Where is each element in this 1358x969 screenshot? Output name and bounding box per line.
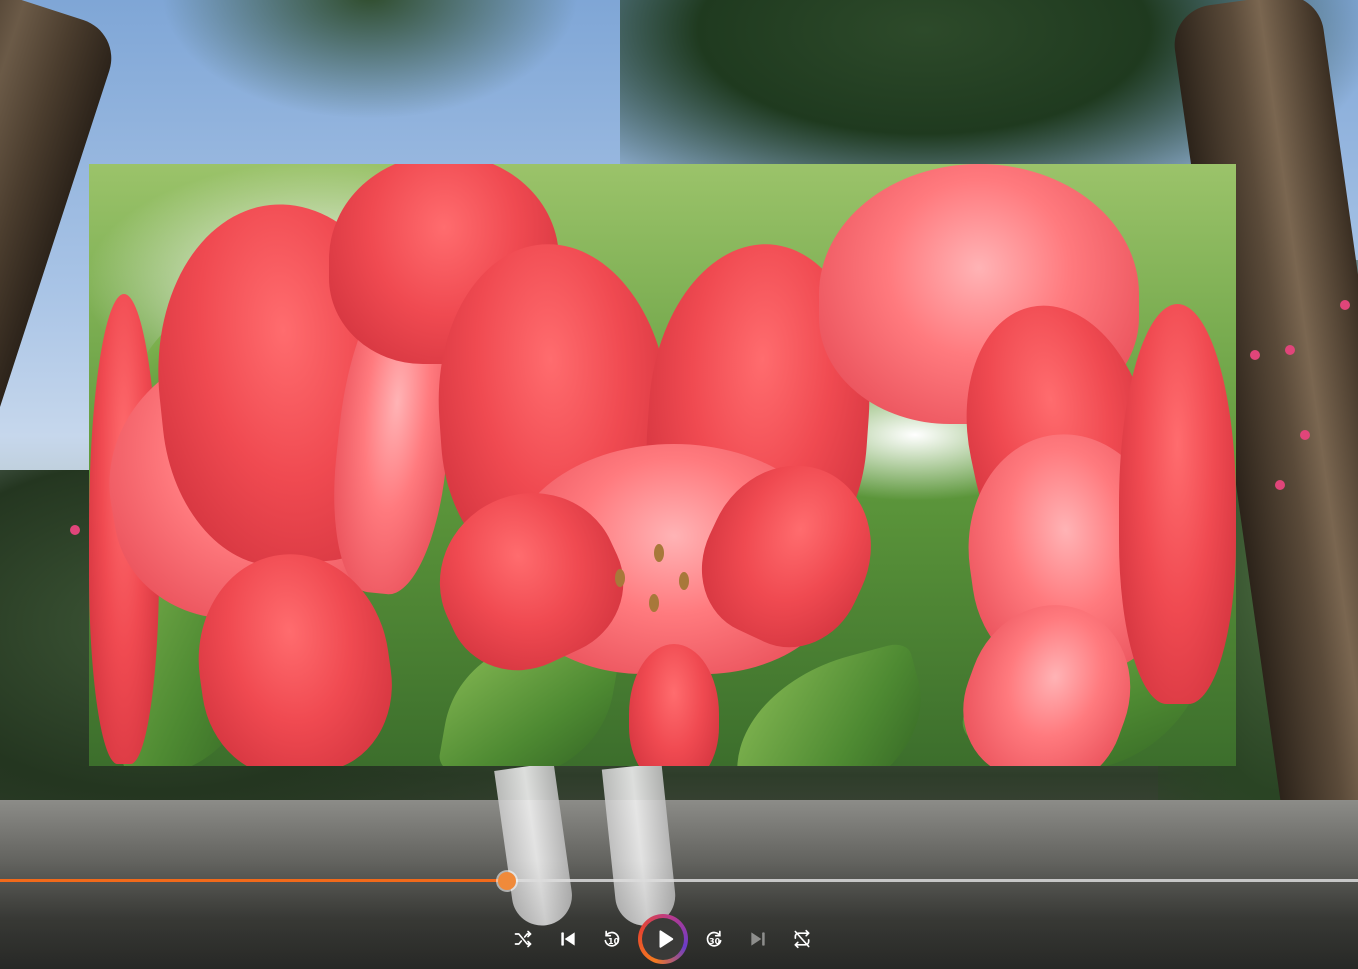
forward-seconds-label: 30 <box>709 937 721 946</box>
shuffle-button[interactable] <box>510 926 536 952</box>
skip-previous-icon <box>561 932 575 946</box>
progress-fill <box>0 879 507 882</box>
oleander-blossom <box>70 525 80 535</box>
progress-slider[interactable] <box>0 879 1358 882</box>
skip-next-icon <box>751 932 765 946</box>
progress-thumb[interactable] <box>498 872 516 890</box>
oleander-blossom <box>1250 350 1260 360</box>
media-player: 10 30 <box>0 0 1358 969</box>
oleander-blossom <box>1275 480 1285 490</box>
play-button-inner <box>642 918 684 960</box>
flower-stamen <box>654 544 664 562</box>
rewind-button[interactable]: 10 <box>599 926 625 952</box>
forward-button[interactable]: 30 <box>701 926 727 952</box>
playback-buttons: 10 30 <box>0 914 1358 964</box>
flower-stamen <box>649 594 659 612</box>
oleander-blossom <box>1300 430 1310 440</box>
flower-stamen <box>679 572 689 590</box>
flower-petal <box>1119 304 1236 704</box>
palm-fronds-left <box>160 0 580 120</box>
previous-button[interactable] <box>555 926 581 952</box>
flower-stamen <box>615 569 625 587</box>
next-button[interactable] <box>745 926 771 952</box>
repeat-off-icon <box>794 929 810 949</box>
oleander-blossom <box>1285 345 1295 355</box>
repeat-button[interactable] <box>789 926 815 952</box>
play-button[interactable] <box>638 914 688 964</box>
oleander-blossom <box>1340 300 1350 310</box>
video-frame[interactable] <box>89 164 1236 766</box>
rewind-seconds-label: 10 <box>608 937 620 946</box>
play-icon <box>658 930 673 948</box>
shuffle-icon <box>514 930 532 948</box>
